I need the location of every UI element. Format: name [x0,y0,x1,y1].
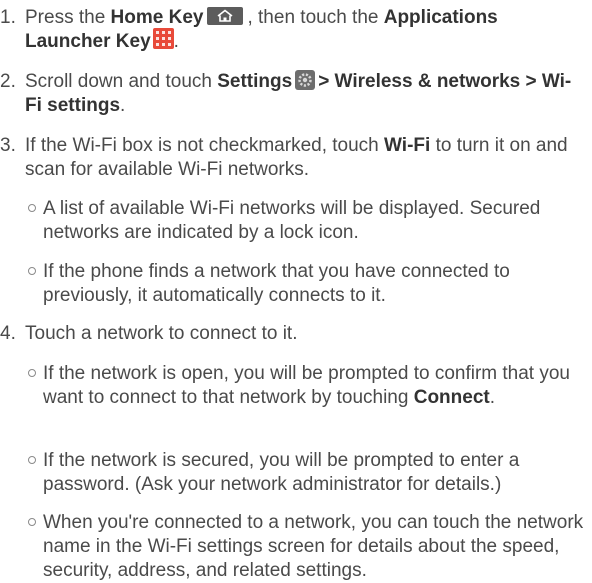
list-item: When you're connected to a network, you … [28,512,584,581]
list-item: A list of available Wi-Fi networks will … [28,198,541,243]
instruction-page: 1. Press the Home Key, then touch the App… [0,0,592,581]
list-item: If the network is secured, you will be p… [28,450,520,495]
home-key-label: Home Key [110,7,204,28]
step-number: 2. [0,71,16,92]
home-key-icon [207,6,244,25]
step-3: 3. If the Wi-Fi box is not checkmarked, t… [0,135,568,180]
list-item: If the network is open, you will be prom… [28,363,570,408]
settings-label: Settings [217,71,293,92]
connect-label: Connect [413,387,490,408]
step-4: 4. Touch a network to connect to it. [0,323,298,344]
step-2: 2. Scroll down and touch Settings > Wirele… [0,69,572,116]
list-item: If the phone finds a network that you ha… [28,261,510,306]
step-number: 4. [0,323,16,344]
step-number: 1. [0,7,16,28]
step-number: 3. [0,135,16,156]
wifi-label: Wi-Fi [384,135,431,156]
settings-icon [295,69,316,90]
step-1: 1. Press the Home Key, then touch the App… [0,6,498,52]
applications-launcher-key-icon [152,28,174,50]
